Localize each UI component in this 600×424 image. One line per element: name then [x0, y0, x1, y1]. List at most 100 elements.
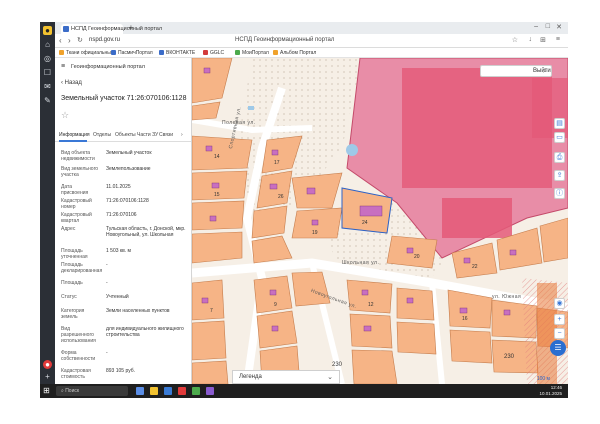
reload-icon[interactable]: ↻	[77, 36, 83, 44]
legend-bar[interactable]: Легенда ⌄	[232, 370, 340, 384]
exit-label: Выйти	[533, 68, 551, 74]
download-icon[interactable]: ↓	[529, 36, 533, 43]
bookmark-item[interactable]: МоиПортал	[235, 48, 269, 58]
parcel-label: 230	[332, 362, 343, 368]
os-dock: ● ⌂ ◎ ☐ ✉ ✎ ● +	[40, 22, 55, 384]
tab-info[interactable]: Информация	[59, 132, 90, 138]
cadastral-map[interactable]: Спортивная ул. Полевая ул. Школьная ул. …	[192, 58, 568, 384]
app-icon[interactable]: ●	[43, 26, 52, 35]
map-canvas[interactable]	[192, 58, 568, 384]
chevron-down-icon: ⌄	[327, 374, 333, 381]
bookmark-icon	[159, 50, 164, 55]
app-icon[interactable]	[206, 387, 214, 395]
parcel-label: 14	[214, 154, 220, 160]
page-title: НСПД Геоинформационный портал	[235, 37, 335, 43]
browser-tab[interactable]: НСПД Геоинформационный портал	[61, 24, 162, 34]
map-search-box[interactable]: Выйти ⌕	[480, 65, 552, 77]
tab-departments[interactable]: Отделы	[93, 132, 111, 138]
street-label: ул. Южная	[492, 294, 522, 300]
parcel-title: Земельный участок 71:26:070106:1128	[61, 95, 187, 102]
minimize-icon[interactable]: –	[534, 23, 538, 30]
bookmark-item[interactable]: ПасмичПортал	[111, 48, 153, 58]
bookmark-item[interactable]: Ткани официальные	[59, 48, 114, 58]
add-icon[interactable]: +	[43, 372, 52, 381]
extensions-icon[interactable]: ⊞	[540, 36, 546, 44]
explorer-icon[interactable]	[150, 387, 158, 395]
info-panel: ≡ Геоинформационный портал ‹ Назад Земел…	[55, 58, 192, 384]
tab-parts[interactable]: Части ЗУ	[137, 132, 158, 138]
parcel-label: 230	[504, 354, 515, 360]
tabs-more-icon[interactable]: ›	[181, 132, 183, 138]
maximize-icon[interactable]: □	[546, 23, 550, 30]
tab-bar: НСПД Геоинформационный портал + – □ ✕	[55, 22, 568, 34]
favorite-star-icon[interactable]: ☆	[61, 110, 69, 121]
url-field[interactable]: nspd.gov.ru	[89, 37, 120, 43]
date: 10.01.2025	[539, 391, 562, 396]
taskbar-search[interactable]: ⌕ Поиск	[56, 386, 128, 396]
new-tab-button[interactable]: +	[127, 24, 135, 32]
favicon-icon	[63, 26, 69, 32]
bookmark-item[interactable]: GGLC	[203, 48, 224, 58]
chat-button[interactable]: ☰	[550, 340, 566, 356]
chat-icon[interactable]: ☐	[43, 68, 52, 77]
parcel-label: 26	[278, 194, 284, 200]
tab-links[interactable]: Связи	[159, 132, 173, 138]
tab-title: НСПД Геоинформационный портал	[71, 26, 163, 32]
parcel-label: 15	[214, 192, 220, 198]
locate-icon[interactable]: ◉	[554, 298, 565, 309]
bookmark-icon	[111, 50, 116, 55]
bookmark-icon	[235, 50, 240, 55]
zoom-in-button[interactable]: +	[554, 314, 565, 325]
tab-objects[interactable]: Объекты	[115, 132, 136, 138]
parcel-label: 17	[274, 160, 280, 166]
active-tab-indicator	[59, 140, 87, 142]
parcel-label: 12	[368, 302, 374, 308]
bookmark-icon[interactable]: ✎	[43, 96, 52, 105]
home-icon[interactable]: ⌂	[43, 40, 52, 49]
mail-icon[interactable]: ✉	[43, 82, 52, 91]
scale-label: 100 м	[536, 376, 550, 382]
parcel-label: 20	[414, 254, 420, 260]
panel-header: Геоинформационный портал	[71, 64, 145, 70]
parcel-label: 9	[274, 302, 277, 308]
share-icon[interactable]: ⇪	[554, 170, 565, 181]
profile-icon[interactable]: ●	[43, 360, 52, 369]
menu-burger-icon[interactable]: ≡	[61, 63, 65, 70]
parcel-label: 19	[312, 230, 318, 236]
street-label: Полевая ул.	[222, 120, 256, 126]
search-icon[interactable]: ⌕	[543, 66, 547, 77]
bookmark-star-icon[interactable]: ☆	[512, 36, 518, 44]
apps-icon[interactable]: ◎	[43, 54, 52, 63]
parcel-label: 7	[210, 308, 213, 314]
zoom-out-button[interactable]: −	[554, 328, 565, 339]
app-icon[interactable]	[192, 387, 200, 395]
bookmark-icon	[273, 50, 278, 55]
info-icon[interactable]: ⓘ	[554, 188, 565, 199]
bookmark-icon	[203, 50, 208, 55]
street-label: Школьная ул.	[342, 260, 380, 266]
forward-arrow-icon[interactable]: ›	[68, 36, 71, 45]
back-link[interactable]: ‹ Назад	[61, 80, 82, 86]
layers-icon[interactable]: ▤	[554, 118, 565, 129]
close-icon[interactable]: ✕	[556, 23, 562, 31]
bookmarks-bar: Ткани официальные ПасмичПортал ВКОНТАКТЕ…	[55, 48, 568, 58]
legend-label: Легенда	[239, 374, 262, 380]
address-bar: ‹ › ↻ nspd.gov.ru НСПД Геоинформационный…	[55, 34, 568, 48]
print-icon[interactable]: ⎙	[554, 152, 565, 163]
taskbar: ⊞ ⌕ Поиск 12:46 10.01.2025	[40, 384, 568, 398]
browser-icon[interactable]	[178, 387, 186, 395]
bookmark-item[interactable]: ВКОНТАКТЕ	[159, 48, 195, 58]
screen: ● ⌂ ◎ ☐ ✉ ✎ ● + НСПД Геоинформационный п…	[40, 22, 568, 398]
bookmark-icon	[59, 50, 64, 55]
measure-icon[interactable]: ▭	[554, 132, 565, 143]
parcel-label: 24	[362, 220, 368, 226]
menu-icon[interactable]: ≡	[556, 36, 560, 43]
bookmark-item[interactable]: Альбом Портал	[273, 48, 316, 58]
task-view-icon[interactable]	[136, 387, 144, 395]
start-icon[interactable]: ⊞	[43, 387, 51, 395]
back-arrow-icon[interactable]: ‹	[59, 36, 62, 45]
clock[interactable]: 12:46 10.01.2025	[539, 385, 562, 397]
mail-icon[interactable]	[164, 387, 172, 395]
panel-tabs: Информация Отделы Объекты Части ЗУ Связи…	[55, 128, 191, 142]
parcel-label: 22	[472, 264, 478, 270]
